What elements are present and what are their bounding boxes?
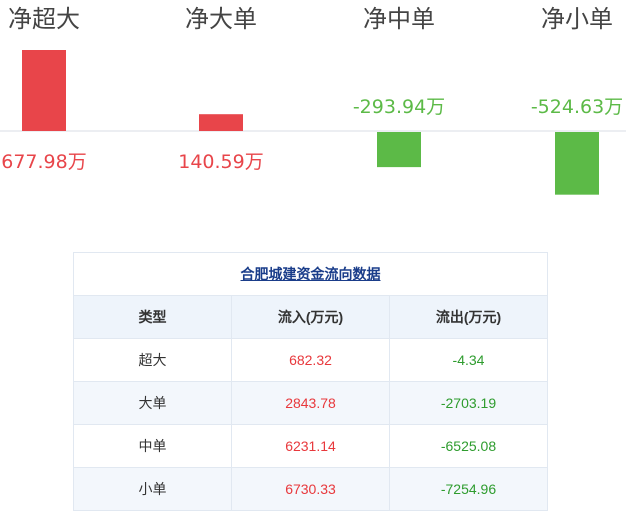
header-type: 类型 xyxy=(73,295,232,339)
header-outflow: 流出(万元) xyxy=(389,295,548,339)
table-row: 中单 6231.14 -6525.08 xyxy=(73,424,548,468)
table-header-row: 类型 流入(万元) 流出(万元) xyxy=(73,295,548,339)
cell-type: 大单 xyxy=(73,381,232,425)
header-inflow: 流入(万元) xyxy=(231,295,390,339)
cell-type: 中单 xyxy=(73,424,232,468)
bar xyxy=(555,132,599,195)
bar xyxy=(377,132,421,168)
table-caption: 合肥城建资金流向数据 xyxy=(73,252,548,295)
net-flow-bar-chart: 净超大 677.98万 净大单 140.59万 净中单 -293.94万 净小单 -524.6… xyxy=(0,5,626,195)
value-label: -293.94万 xyxy=(353,96,445,118)
cell-inflow: 2843.78 xyxy=(231,381,390,425)
value-label: 677.98万 xyxy=(1,151,86,173)
cell-inflow: 6231.14 xyxy=(231,424,390,468)
cell-outflow: -7254.96 xyxy=(389,467,548,511)
table-row: 小单 6730.33 -7254.96 xyxy=(73,467,548,511)
capital-flow-table: 合肥城建资金流向数据 类型 流入(万元) 流出(万元) 超大 682.32 -4… xyxy=(73,252,548,511)
table-title-link[interactable]: 合肥城建资金流向数据 xyxy=(241,266,381,282)
value-label: 140.59万 xyxy=(178,151,263,173)
cell-outflow: -6525.08 xyxy=(389,424,548,468)
category-label: 净超大 xyxy=(8,5,80,33)
cell-outflow: -2703.19 xyxy=(389,381,548,425)
value-label: -524.63万 xyxy=(531,96,623,118)
bar xyxy=(199,114,243,131)
cell-inflow: 682.32 xyxy=(231,338,390,382)
cell-type: 小单 xyxy=(73,467,232,511)
table-row: 大单 2843.78 -2703.19 xyxy=(73,381,548,425)
bar xyxy=(22,50,66,131)
cell-type: 超大 xyxy=(73,338,232,382)
cell-outflow: -4.34 xyxy=(389,338,548,382)
table-row: 超大 682.32 -4.34 xyxy=(73,338,548,382)
category-label: 净大单 xyxy=(185,5,257,33)
category-label: 净中单 xyxy=(363,5,435,33)
category-label: 净小单 xyxy=(541,5,613,33)
cell-inflow: 6730.33 xyxy=(231,467,390,511)
